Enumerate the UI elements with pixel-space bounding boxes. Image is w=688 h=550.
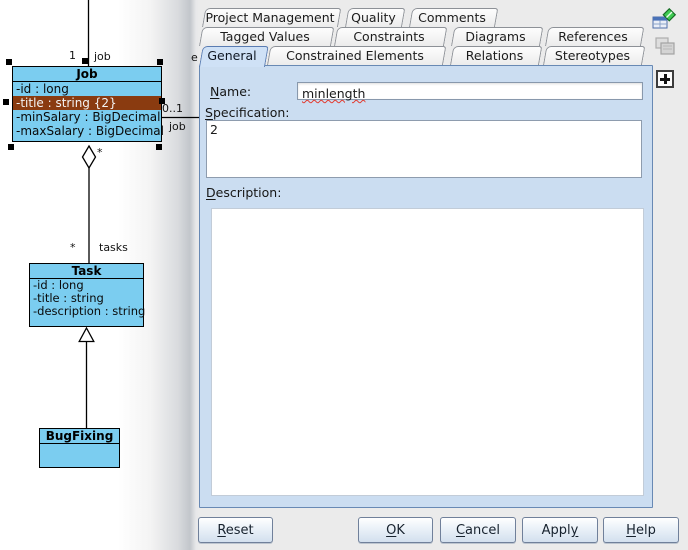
tab-general[interactable]: General [199, 46, 265, 65]
selection-handle[interactable] [82, 58, 88, 64]
class-attribute[interactable]: -id : long [13, 82, 161, 96]
name-input-value: minlength [298, 85, 365, 101]
diagram-canvas[interactable]: 1 job e 0..1 job * * tasks Job -id : lon… [0, 0, 200, 550]
apply-button[interactable]: Apply [522, 517, 598, 543]
tab-row-3: General Constrained Elements Relations S… [199, 46, 642, 65]
class-attribute[interactable]: -minSalary : BigDecimal [13, 110, 161, 124]
class-box-job[interactable]: Job -id : long -title : string {2} -minS… [12, 66, 162, 142]
specification-textarea[interactable]: 2 [206, 120, 642, 178]
tab-quality[interactable]: Quality [345, 8, 402, 27]
ok-button[interactable]: OK [358, 517, 433, 543]
tab-row-1: Project Management Quality Comments [202, 8, 495, 27]
specification-label: Specification: [205, 105, 289, 120]
tab-comments[interactable]: Comments [409, 8, 495, 27]
tab-diagrams[interactable]: Diagrams [451, 27, 540, 46]
expand-plus-button[interactable] [656, 70, 674, 88]
class-name: Task [30, 264, 143, 279]
selection-handle[interactable] [8, 144, 14, 150]
reset-button[interactable]: Reset [198, 517, 273, 543]
multiplicity-label[interactable]: 0..1 [162, 102, 183, 115]
selection-handle[interactable] [6, 59, 12, 65]
copy-disabled-icon [653, 36, 679, 60]
description-label: Description: [206, 185, 281, 200]
name-input[interactable]: minlength [297, 82, 643, 100]
selection-handle[interactable] [156, 144, 162, 150]
class-name: Job [13, 67, 161, 82]
clipped-role-label[interactable]: e [191, 51, 198, 64]
multiplicity-label[interactable]: * [70, 241, 76, 254]
class-attribute-selected[interactable]: -title : string {2} [13, 96, 161, 110]
tab-tagged-values[interactable]: Tagged Values [199, 27, 331, 46]
selection-handle[interactable] [157, 59, 163, 65]
tab-constraints[interactable]: Constraints [334, 27, 444, 46]
selection-handle[interactable] [159, 98, 165, 104]
class-attribute[interactable]: -description : string [30, 305, 143, 318]
generalization-triangle [79, 328, 94, 342]
tab-constrained-elements[interactable]: Constrained Elements [267, 46, 443, 65]
help-button[interactable]: Help [603, 517, 679, 543]
description-textarea[interactable] [211, 208, 644, 496]
tab-stereotypes[interactable]: Stereotypes [543, 46, 642, 65]
class-box-task[interactable]: Task -id : long -title : string -descrip… [29, 263, 144, 327]
multiplicity-label[interactable]: * [97, 146, 103, 159]
class-attribute[interactable]: -maxSalary : BigDecimal [13, 124, 161, 138]
aggregation-diamond [83, 146, 96, 168]
selection-handle[interactable] [3, 99, 9, 105]
association-role-label[interactable]: job [94, 50, 111, 63]
plus-icon [664, 74, 667, 84]
tab-project-management[interactable]: Project Management [202, 8, 338, 27]
application-window: 1 job e 0..1 job * * tasks Job -id : lon… [0, 0, 688, 550]
name-label: Name: [210, 84, 251, 99]
association-role-label[interactable]: job [169, 120, 186, 133]
class-box-bugfixing[interactable]: BugFixing [39, 428, 120, 468]
tagged-value-table-icon[interactable] [652, 8, 678, 32]
tab-references[interactable]: References [545, 27, 641, 46]
class-name: BugFixing [40, 429, 119, 444]
tab-row-2: Tagged Values Constraints Diagrams Refer… [199, 27, 641, 46]
multiplicity-label[interactable]: 1 [69, 49, 76, 62]
association-role-label[interactable]: tasks [99, 241, 128, 254]
tab-relations[interactable]: Relations [450, 46, 539, 65]
cancel-button[interactable]: Cancel [440, 517, 516, 543]
